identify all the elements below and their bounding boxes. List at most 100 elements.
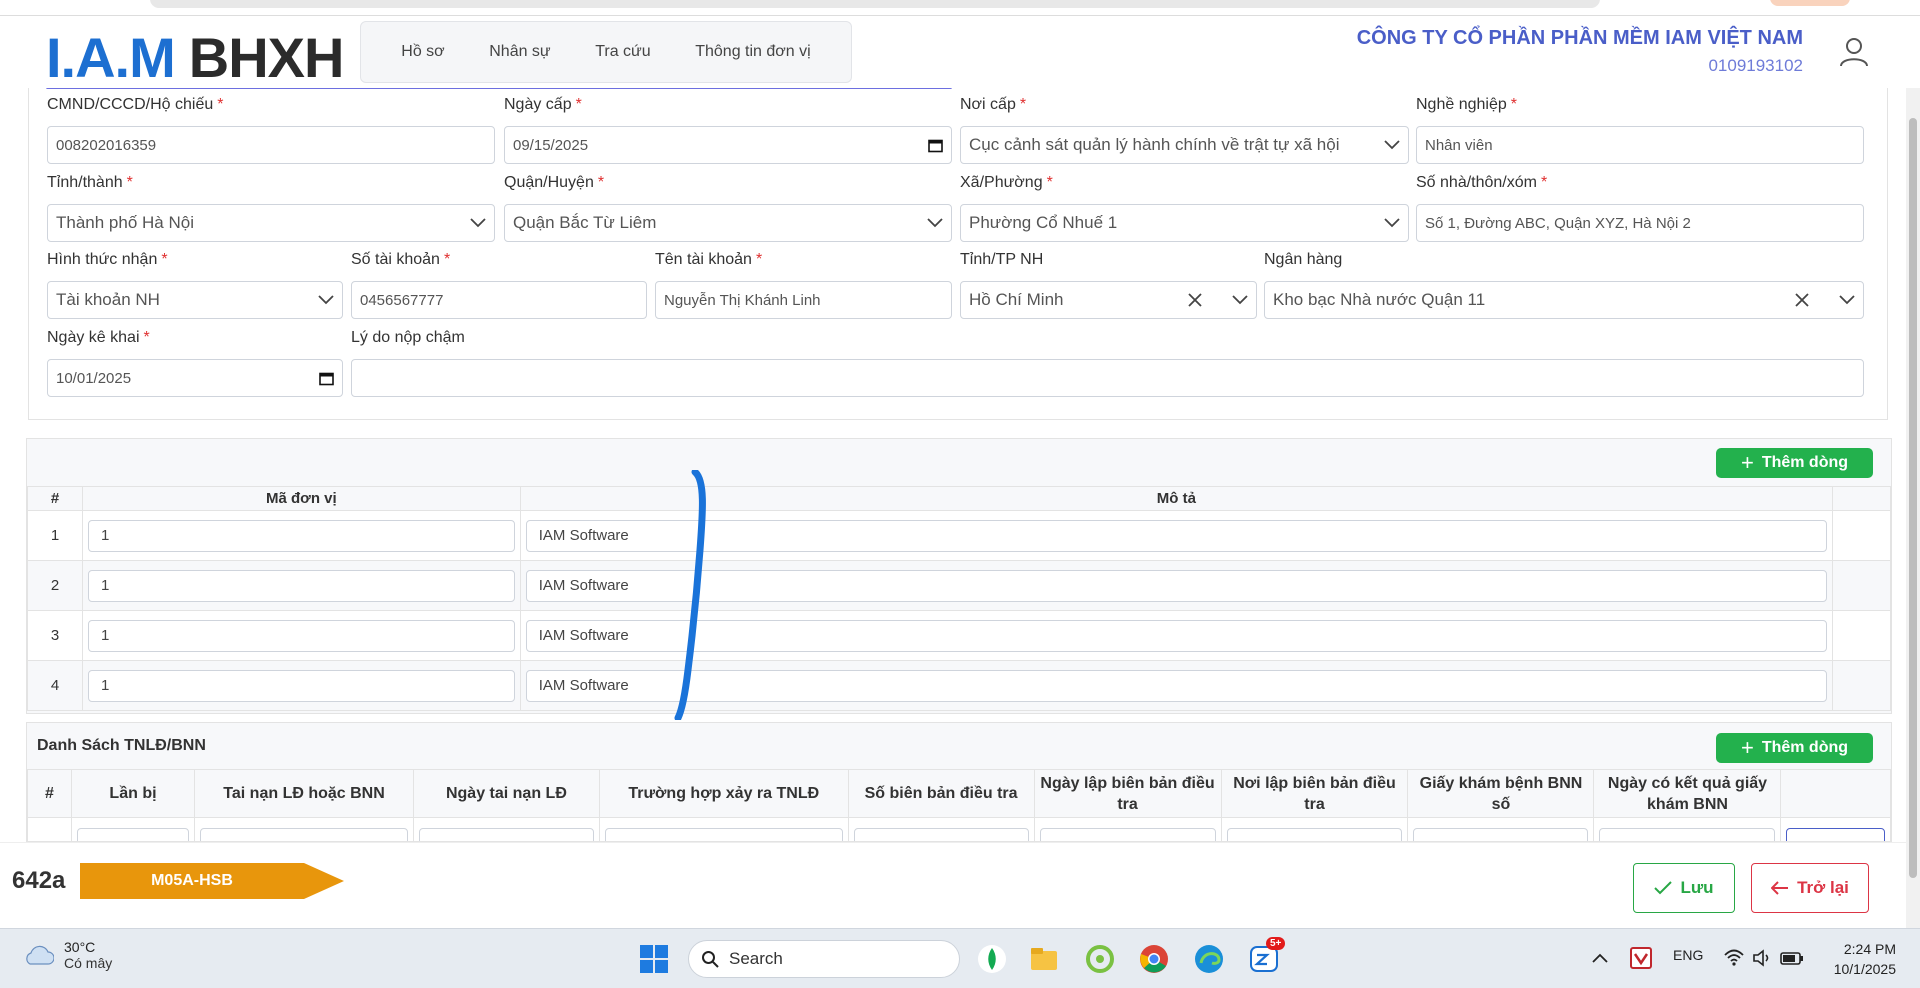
- ma-don-vi-input[interactable]: 1: [87, 569, 515, 602]
- chevron-up-icon[interactable]: [1590, 949, 1610, 969]
- truong-hop-select[interactable]: [604, 828, 843, 841]
- nghe-nghiep-field: Nghề nghiệp * Nhân viên: [1416, 96, 1864, 164]
- col-actions: [1780, 769, 1891, 818]
- mo-ta-input[interactable]: IAM Software: [525, 569, 1828, 602]
- row-index: 2: [27, 560, 83, 611]
- ma-don-vi-input[interactable]: 1: [87, 519, 515, 552]
- cmnd-input[interactable]: 008202016359: [47, 126, 495, 164]
- nav-tra-cuu[interactable]: Tra cứu: [595, 43, 650, 61]
- battery-icon[interactable]: [1780, 947, 1804, 969]
- noi-lap-bien-ban-input[interactable]: [1226, 828, 1403, 841]
- app-logo[interactable]: I.A.M BHXH: [46, 26, 344, 89]
- quan-huyen-select[interactable]: Quận Bắc Từ Liêm: [504, 204, 952, 242]
- nav-nhan-su[interactable]: Nhân sự: [489, 43, 550, 61]
- nghe-nghiep-input[interactable]: Nhân viên: [1416, 126, 1864, 164]
- ngay-cap-input[interactable]: 09/15/2025: [504, 126, 952, 164]
- calendar-icon[interactable]: [928, 138, 943, 153]
- table-row: [27, 817, 1891, 841]
- taskbar-clock[interactable]: 2:24 PM 10/1/2025: [1834, 939, 1896, 979]
- hinh-thuc-nhan-select[interactable]: Tài khoản NH: [47, 281, 343, 319]
- user-icon[interactable]: [1836, 34, 1872, 70]
- tinh-thanh-select[interactable]: Thành phố Hà Nội: [47, 204, 495, 242]
- search-icon: [702, 951, 719, 968]
- unit-table: # Mã đơn vị Mô tả 1 1 IAM Software 2 1 I…: [27, 486, 1891, 711]
- tinh-thanh-field: Tỉnh/thành * Thành phố Hà Nội: [47, 174, 495, 242]
- weather-widget[interactable]: 30°C Có mây: [22, 939, 112, 971]
- scrollbar-thumb[interactable]: [1909, 118, 1917, 878]
- wifi-icon[interactable]: [1723, 947, 1745, 969]
- ly-do-label: Lý do nộp chậm: [351, 329, 465, 346]
- page-scrollbar[interactable]: [1906, 88, 1920, 928]
- add-row-button[interactable]: + Thêm dòng: [1716, 448, 1873, 478]
- table-row: 1 1 IAM Software: [27, 510, 1891, 561]
- antivirus-icon[interactable]: [1630, 947, 1652, 969]
- mo-ta-input[interactable]: IAM Software: [525, 519, 1828, 552]
- back-button[interactable]: Trở lại: [1751, 863, 1869, 913]
- chrome-icon[interactable]: [1138, 943, 1170, 975]
- main-nav: Hồ sơ Nhân sự Tra cứu Thông tin đơn vị: [360, 21, 852, 83]
- ma-don-vi-input[interactable]: 1: [87, 619, 515, 652]
- mongodb-icon[interactable]: [976, 943, 1008, 975]
- windows-taskbar: 30°C Có mây Search 5+ ENG 2:24 PM 10/1/2…: [0, 928, 1920, 988]
- windows-start-icon[interactable]: [638, 943, 670, 975]
- so-tai-khoan-label: Số tài khoản *: [351, 251, 451, 268]
- taskbar-search[interactable]: Search: [688, 940, 960, 978]
- chevron-down-icon: [1839, 295, 1855, 305]
- so-bien-ban-input[interactable]: [853, 828, 1029, 841]
- ngay-tai-nan-input[interactable]: [418, 828, 594, 841]
- col-ma-don-vi: Mã đơn vị: [81, 486, 521, 511]
- so-nha-input[interactable]: Số 1, Đường ABC, Quận XYZ, Hà Nội 2: [1416, 204, 1864, 242]
- xa-phuong-select[interactable]: Phường Cổ Nhuế 1: [960, 204, 1409, 242]
- ten-tai-khoan-input[interactable]: Nguyễn Thị Khánh Linh: [655, 281, 952, 319]
- ngan-hang-label: Ngân hàng: [1264, 251, 1343, 268]
- row-actions: [1832, 660, 1891, 711]
- giay-kham-input[interactable]: [1413, 828, 1589, 841]
- arrow-left-icon: [1771, 881, 1789, 895]
- hinh-thuc-nhan-field: Hình thức nhận * Tài khoản NH: [47, 251, 343, 319]
- weather-temp: 30°C: [64, 939, 96, 955]
- chevron-down-icon: [1232, 295, 1248, 305]
- file-explorer-icon[interactable]: [1028, 943, 1060, 975]
- ngay-ke-khai-input[interactable]: 10/01/2025: [47, 359, 343, 397]
- ma-don-vi-input[interactable]: 1: [87, 669, 515, 702]
- tnld-table: # Lần bị Tai nạn LĐ hoặc BNN Ngày tai nạ…: [27, 769, 1891, 841]
- language-indicator[interactable]: ENG: [1673, 947, 1703, 963]
- zalo-notification-badge: 5+: [1266, 937, 1286, 950]
- ly-do-field: Lý do nộp chậm: [351, 329, 1864, 397]
- save-button[interactable]: Lưu: [1633, 863, 1735, 913]
- volume-icon[interactable]: [1751, 947, 1773, 969]
- lan-bi-input[interactable]: [76, 828, 190, 841]
- nav-ho-so[interactable]: Hồ sơ: [401, 43, 444, 61]
- browser-profile-button[interactable]: [1770, 0, 1850, 6]
- tai-nan-select[interactable]: [200, 828, 408, 841]
- add-row-label: Thêm dòng: [1761, 454, 1849, 471]
- ngay-lap-bien-ban-input[interactable]: [1039, 828, 1216, 841]
- ngan-hang-select[interactable]: Kho bạc Nhà nước Quận 11: [1264, 281, 1864, 319]
- col-ngay-tai-nan: Ngày tai nạn LĐ: [412, 769, 600, 818]
- quan-huyen-field: Quận/Huyện * Quận Bắc Từ Liêm: [504, 174, 952, 242]
- app-green-icon[interactable]: [1084, 943, 1116, 975]
- mo-ta-input[interactable]: IAM Software: [525, 619, 1828, 652]
- calendar-icon[interactable]: [319, 371, 334, 386]
- address-bar[interactable]: [150, 0, 1600, 8]
- upload-button[interactable]: [1786, 828, 1885, 841]
- plus-icon: +: [1740, 735, 1754, 760]
- clear-icon[interactable]: [1795, 293, 1809, 307]
- tinh-tp-nh-select[interactable]: Hồ Chí Minh: [960, 281, 1257, 319]
- add-tnld-row-button[interactable]: + Thêm dòng: [1716, 733, 1873, 763]
- nav-thong-tin-don-vi[interactable]: Thông tin đơn vị: [695, 43, 810, 61]
- chevron-down-icon: [1384, 218, 1400, 228]
- col-ngay-lap-bien-ban: Ngày lập biên bản điều tra: [1033, 769, 1222, 818]
- clear-icon[interactable]: [1188, 293, 1202, 307]
- mo-ta-input[interactable]: IAM Software: [525, 669, 1828, 702]
- edge-icon[interactable]: [1193, 943, 1225, 975]
- weather-desc: Có mây: [64, 955, 113, 971]
- form-footer: 642a M05A-HSB Lưu Trở lại: [0, 842, 1920, 928]
- ly-do-input[interactable]: [351, 359, 1864, 397]
- ngay-ket-qua-input[interactable]: [1599, 828, 1776, 841]
- tinh-thanh-label: Tỉnh/thành *: [47, 174, 133, 191]
- noi-cap-select[interactable]: Cục cảnh sát quản lý hành chính về trật …: [960, 126, 1409, 164]
- tinh-tp-nh-label: Tỉnh/TP NH: [960, 251, 1044, 268]
- so-tai-khoan-input[interactable]: 0456567777: [351, 281, 647, 319]
- col-index: #: [27, 486, 83, 511]
